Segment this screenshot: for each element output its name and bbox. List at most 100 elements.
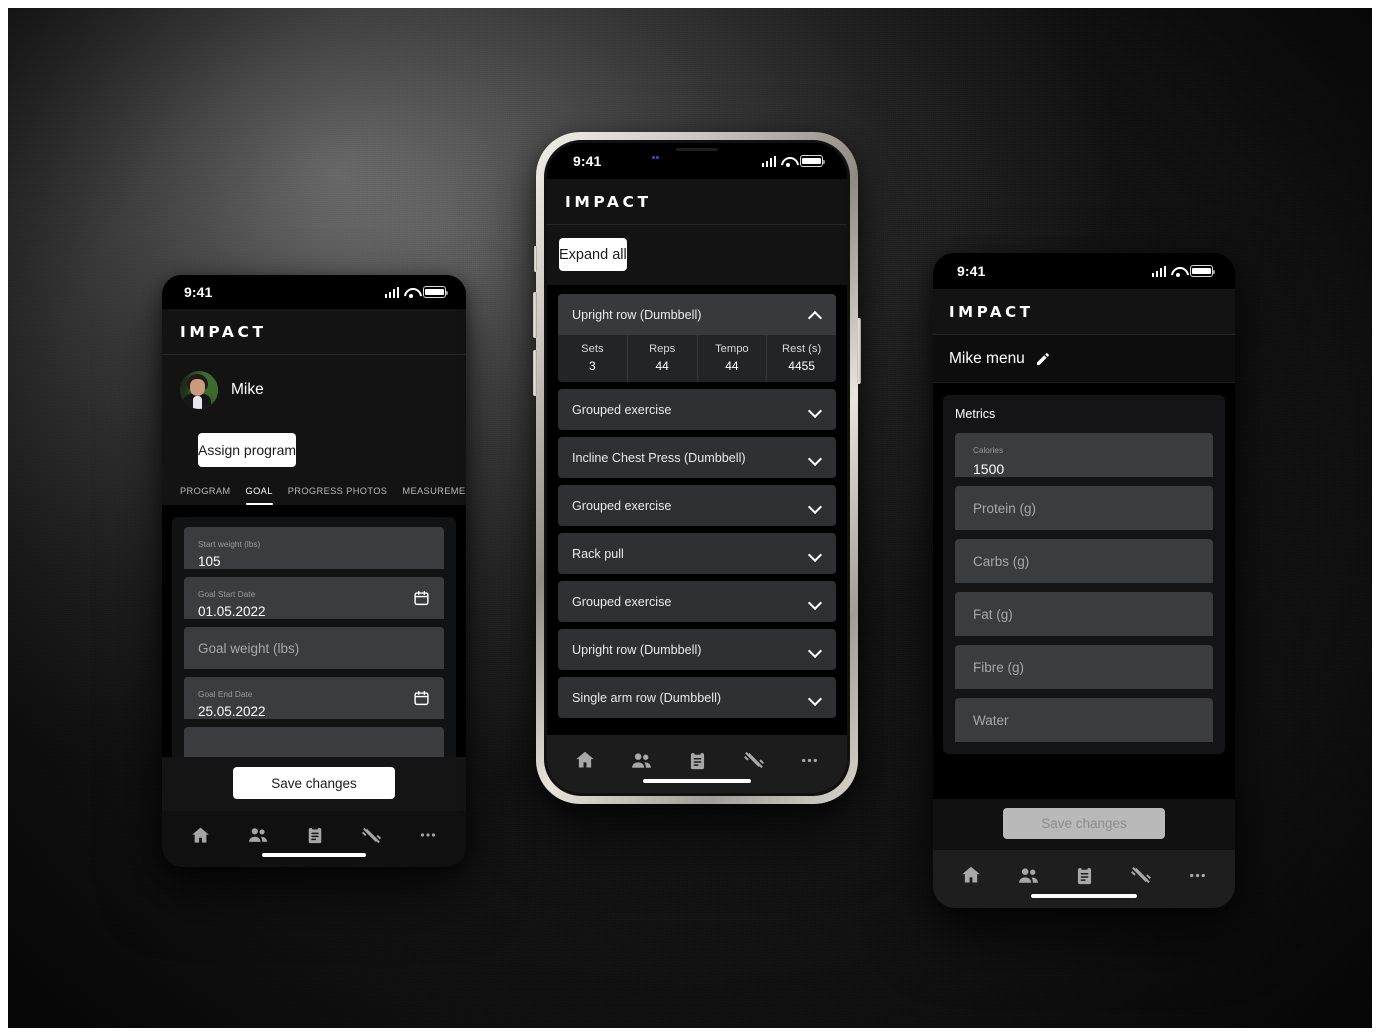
goal-end-date-field[interactable]: Goal End Date 25.05.2022 xyxy=(184,677,444,719)
protein-placeholder: Protein (g) xyxy=(973,500,1037,516)
exercise-header[interactable]: Upright row (Dumbbell) xyxy=(558,294,836,335)
expand-all-section: Expand all xyxy=(547,225,847,285)
exercise-header[interactable]: Upright row (Dumbbell) xyxy=(558,629,836,670)
fat-placeholder: Fat (g) xyxy=(973,606,1013,622)
app-header: IMPACT xyxy=(933,289,1235,335)
home-icon[interactable] xyxy=(960,864,982,886)
exercise-title: Grouped exercise xyxy=(572,402,672,417)
goal-start-date-label: Goal Start Date xyxy=(198,589,256,600)
table-cell-sets: Sets 3 xyxy=(558,335,628,382)
chevron-up-icon[interactable] xyxy=(808,308,821,321)
people-icon[interactable] xyxy=(247,824,269,846)
ellipsis-icon[interactable] xyxy=(799,750,820,771)
dumbbell-icon[interactable] xyxy=(1130,864,1152,886)
client-tabs: PROGRAM GOAL PROGRESS PHOTOS MEASUREMENT… xyxy=(180,467,466,505)
chevron-down-icon[interactable] xyxy=(808,547,821,560)
exercise-header[interactable]: Incline Chest Press (Dumbbell) xyxy=(558,437,836,478)
exercise-title: Single arm row (Dumbbell) xyxy=(572,690,722,705)
status-time: 9:41 xyxy=(573,153,602,169)
column-header: Tempo xyxy=(715,343,749,355)
chevron-down-icon[interactable] xyxy=(808,403,821,416)
chevron-down-icon[interactable] xyxy=(808,451,821,464)
expand-all-button[interactable]: Expand all xyxy=(559,238,627,271)
volume-up-button[interactable] xyxy=(533,292,537,338)
tab-program[interactable]: PROGRAM xyxy=(180,486,231,505)
clipboard-icon[interactable] xyxy=(305,825,325,845)
bottom-navigation xyxy=(933,850,1235,908)
start-weight-field[interactable]: Start weight (lbs) 105 xyxy=(184,527,444,569)
tab-goal[interactable]: GOAL xyxy=(245,486,273,505)
fibre-field[interactable]: Fibre (g) xyxy=(955,645,1213,689)
page-title: Mike menu xyxy=(949,349,1025,367)
chevron-down-icon[interactable] xyxy=(808,691,821,704)
carbs-field[interactable]: Carbs (g) xyxy=(955,539,1213,583)
save-changes-button[interactable]: Save changes xyxy=(1003,808,1165,839)
battery-icon xyxy=(800,155,826,167)
goal-weight-placeholder: Goal weight (lbs) xyxy=(198,640,300,656)
home-icon[interactable] xyxy=(190,825,211,846)
home-indicator xyxy=(643,779,751,783)
phone-mockup-right: 9:41 IMPACT Mike menu Metrics Calories 1… xyxy=(933,253,1235,908)
people-icon[interactable] xyxy=(1017,864,1040,887)
goal-form-card: Start weight (lbs) 105 Goal Start Date 0… xyxy=(172,517,456,757)
goal-start-date-field[interactable]: Goal Start Date 01.05.2022 xyxy=(184,577,444,619)
exercise-header[interactable]: Grouped exercise xyxy=(558,485,836,526)
volume-down-button[interactable] xyxy=(533,350,537,396)
chevron-down-icon[interactable] xyxy=(808,643,821,656)
fat-field[interactable]: Fat (g) xyxy=(955,592,1213,636)
water-field[interactable]: Water xyxy=(955,698,1213,742)
wifi-icon xyxy=(781,156,795,167)
chevron-down-icon[interactable] xyxy=(808,499,821,512)
ellipsis-icon[interactable] xyxy=(418,825,438,845)
carbs-placeholder: Carbs (g) xyxy=(973,553,1030,569)
dumbbell-icon[interactable] xyxy=(361,825,382,846)
cellular-signal-icon xyxy=(1151,265,1166,277)
metrics-card-title: Metrics xyxy=(955,407,996,421)
app-logo: IMPACT xyxy=(949,302,1034,321)
save-bar: Save changes xyxy=(162,757,466,811)
status-icons xyxy=(1151,265,1216,277)
chevron-down-icon[interactable] xyxy=(808,595,821,608)
clipboard-icon[interactable] xyxy=(1074,865,1095,886)
ellipsis-icon[interactable] xyxy=(1187,865,1208,886)
save-changes-button[interactable]: Save changes xyxy=(233,767,395,799)
exercise-header[interactable]: Rack pull xyxy=(558,533,836,574)
cellular-signal-icon xyxy=(384,286,399,298)
exercise-title: Grouped exercise xyxy=(572,498,672,513)
clipboard-icon[interactable] xyxy=(687,750,708,771)
client-name: Mike xyxy=(231,381,264,398)
screen-client-goal: 9:41 IMPACT Mike Assign program PROGRAM … xyxy=(162,275,466,867)
screen-program-exercises: 9:41 IMPACT Expand all Upright row (Dumb… xyxy=(547,143,847,793)
exercise-header[interactable]: Grouped exercise xyxy=(558,389,836,430)
calendar-icon[interactable] xyxy=(413,690,430,707)
goal-weight-field[interactable]: Goal weight (lbs) xyxy=(184,627,444,669)
exercise-header[interactable]: Single arm row (Dumbbell) xyxy=(558,677,836,718)
exercise-header[interactable]: Grouped exercise xyxy=(558,581,836,622)
app-header: IMPACT xyxy=(162,309,466,355)
column-value: 44 xyxy=(725,359,739,373)
status-bar: 9:41 xyxy=(933,253,1235,289)
mute-switch[interactable] xyxy=(533,246,537,272)
calendar-icon[interactable] xyxy=(413,590,430,607)
next-field-partial[interactable] xyxy=(184,727,444,757)
exercise-item: Rack pull xyxy=(558,533,836,574)
power-button[interactable] xyxy=(857,318,861,384)
tab-progress-photos[interactable]: PROGRESS PHOTOS xyxy=(288,486,388,505)
exercise-list: Upright row (Dumbbell) Sets 3 Reps 44 Te… xyxy=(547,285,847,735)
goal-form-body: Start weight (lbs) 105 Goal Start Date 0… xyxy=(162,505,466,757)
home-icon[interactable] xyxy=(574,749,596,771)
dumbbell-icon[interactable] xyxy=(743,749,765,771)
assign-program-button[interactable]: Assign program xyxy=(198,433,297,467)
exercise-title: Grouped exercise xyxy=(572,594,672,609)
poster-canvas: 9:41 IMPACT Mike Assign program PROGRAM … xyxy=(8,8,1372,1028)
tab-measurements[interactable]: MEASUREMENTS xyxy=(402,486,466,505)
people-icon[interactable] xyxy=(630,749,653,772)
protein-field[interactable]: Protein (g) xyxy=(955,486,1213,530)
calories-field[interactable]: Calories 1500 xyxy=(955,433,1213,477)
app-logo: IMPACT xyxy=(565,192,652,211)
home-indicator xyxy=(262,853,366,857)
column-header: Reps xyxy=(649,343,676,355)
pencil-icon[interactable] xyxy=(1035,351,1051,367)
status-icons xyxy=(384,286,449,298)
client-profile-section: Mike Assign program PROGRAM GOAL PROGRES… xyxy=(162,355,466,505)
